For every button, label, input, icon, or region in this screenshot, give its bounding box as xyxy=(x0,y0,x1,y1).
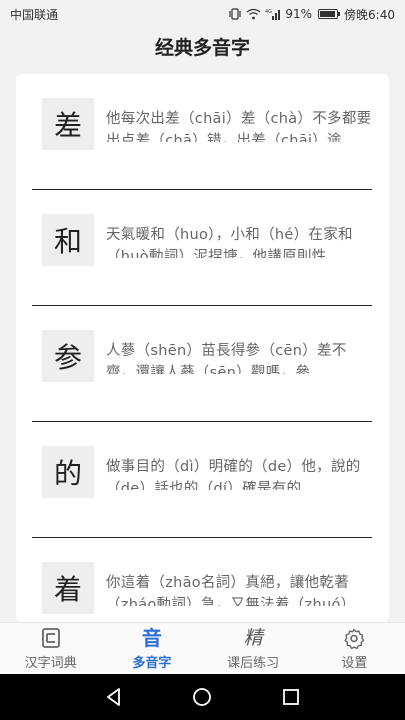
tab-settings[interactable]: 设置 xyxy=(304,623,405,674)
polyphone-list: 差 他每次出差（chāi）差（chà）不多都要出点差（chā）错，出差（chāi… xyxy=(16,74,389,622)
dictionary-icon xyxy=(40,627,62,649)
example-sentence: 人蔘（shēn）苗長得參（cēn）差不齊，還讓人蔘（sēn）觀嗎，參 xyxy=(106,343,347,374)
example-sentence: 做事目的（dì）明確的（de）他，說的（de）話也的（dí）確是有的 xyxy=(106,459,361,490)
back-icon[interactable] xyxy=(94,677,134,717)
tab-practice[interactable]: 精 课后练习 xyxy=(203,623,304,674)
tab-label: 汉字词典 xyxy=(24,655,77,671)
polyphone-char: 参 xyxy=(42,330,94,382)
clock: 傍晚6:40 xyxy=(344,7,395,22)
tab-dictionary[interactable]: 汉字词典 xyxy=(0,623,101,674)
list-item[interactable]: 着 你這着（zhāo名詞）真絕，讓他乾著（zháo動詞）急，又無法着（zhuó） xyxy=(32,538,372,622)
system-nav-bar xyxy=(0,674,405,720)
signal-icon: 4G xyxy=(265,9,281,20)
list-item[interactable]: 差 他每次出差（chāi）差（chà）不多都要出点差（chā）错，出差（chāi… xyxy=(32,74,372,190)
page-title: 经典多音字 xyxy=(154,36,250,59)
vibrate-icon xyxy=(229,8,241,20)
battery-icon xyxy=(318,9,341,19)
recents-icon[interactable] xyxy=(271,677,311,717)
polyphone-char: 着 xyxy=(42,562,94,614)
example-sentence: 你這着（zhāo名詞）真絕，讓他乾著（zháo動詞）急，又無法着（zhuó） xyxy=(106,575,356,606)
status-indicators: 4G 91% 傍晚6:40 xyxy=(228,6,395,23)
polyphone-char: 的 xyxy=(42,446,94,498)
polyphone-char: 差 xyxy=(42,98,94,150)
battery-percent: 91% xyxy=(285,7,313,21)
wifi-icon xyxy=(246,8,261,20)
list-item[interactable]: 的 做事目的（dì）明確的（de）他，說的（de）話也的（dí）確是有的 xyxy=(32,422,372,538)
polyphone-char: 和 xyxy=(42,214,94,266)
svg-text:4G: 4G xyxy=(265,9,272,15)
list-item[interactable]: 和 天氣暖和（huo），小和（hé）在家和（huò動詞）泥捏塘，他講原則性 xyxy=(32,190,372,306)
gear-icon xyxy=(343,627,365,649)
polyphone-icon: 音 xyxy=(141,625,162,650)
tab-label: 课后练习 xyxy=(227,655,280,671)
example-sentence: 天氣暖和（huo），小和（hé）在家和（huò動詞）泥捏塘，他講原則性 xyxy=(106,227,353,258)
list-item[interactable]: 参 人蔘（shēn）苗長得參（cēn）差不齊，還讓人蔘（sēn）觀嗎，參 xyxy=(32,306,372,422)
tab-polyphone[interactable]: 音 多音字 xyxy=(101,623,202,674)
tab-label: 多音字 xyxy=(132,655,172,671)
home-icon[interactable] xyxy=(182,677,222,717)
status-bar: 中国联通 4G 91% 傍晚6:40 xyxy=(0,0,405,28)
practice-icon: 精 xyxy=(243,626,263,649)
bottom-tab-bar: 汉字词典 音 多音字 精 课后练习 设置 xyxy=(0,622,405,674)
example-sentence: 他每次出差（chāi）差（chà）不多都要出点差（chā）错，出差（chāi）途 xyxy=(106,111,372,142)
carrier-label: 中国联通 xyxy=(10,7,59,22)
tab-label: 设置 xyxy=(341,655,368,671)
